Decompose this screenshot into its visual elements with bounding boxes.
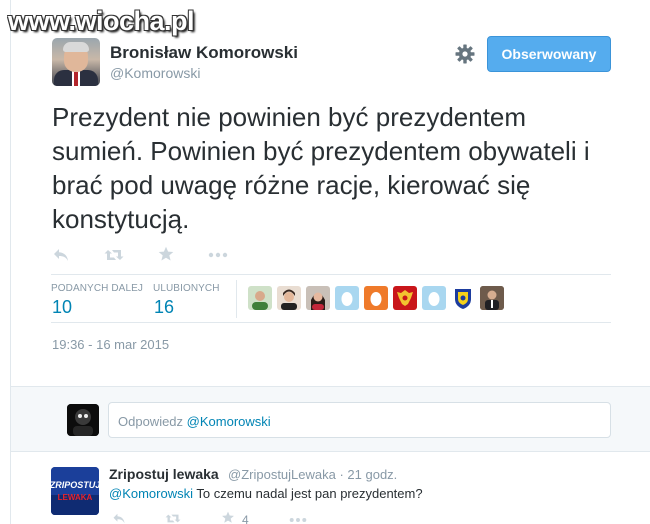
retweets-label: PODANYCH DALEJ [51, 283, 143, 294]
egg-avatar[interactable] [422, 286, 446, 310]
current-user-avatar[interactable] [67, 404, 99, 436]
tweet-timestamp[interactable]: 19:36 - 16 mar 2015 [52, 337, 169, 352]
eagle-emblem-avatar[interactable] [393, 286, 417, 310]
tweet-text: Prezydent nie powinien być prezydentem s… [52, 102, 590, 234]
reply-placeholder: Odpowiedz [118, 414, 184, 429]
reply-text: @Komorowski To czemu nadal jest pan prez… [109, 486, 423, 501]
favoriter-avatar[interactable] [277, 286, 301, 310]
author-handle[interactable]: @Komorowski [110, 65, 200, 81]
divider [51, 322, 611, 323]
reply-favorite-count: 4 [242, 513, 249, 524]
retweets-count[interactable]: 10 [52, 297, 72, 318]
retweet-icon[interactable] [104, 248, 124, 262]
egg-avatar[interactable] [335, 286, 359, 310]
reply-mention[interactable]: @Komorowski [109, 486, 193, 501]
divider [51, 274, 611, 275]
favorites-label: ULUBIONYCH [153, 283, 220, 294]
favorite-icon[interactable] [221, 511, 235, 524]
reply-body: To czemu nadal jest pan prezydentem? [196, 486, 423, 501]
reply-author-name[interactable]: Zripostuj lewaka [109, 466, 219, 482]
retweet-icon[interactable] [163, 513, 183, 524]
stats-separator [236, 280, 237, 318]
reply-author-meta[interactable]: @ZripostujLewaka · 21 godz. [228, 467, 397, 482]
favoriter-avatar[interactable] [248, 286, 272, 310]
avatar-text-top: ZRIPOSTUJ [51, 480, 99, 490]
favorites-count[interactable]: 16 [154, 297, 174, 318]
reply-author-avatar[interactable]: ZRIPOSTUJ LEWAKA [51, 467, 99, 515]
favoriter-avatar[interactable] [306, 286, 330, 310]
author-name[interactable]: Bronisław Komorowski [110, 43, 298, 63]
reply-icon[interactable] [53, 248, 69, 262]
egg-avatar[interactable] [364, 286, 388, 310]
favorite-icon[interactable] [158, 246, 174, 262]
more-icon[interactable] [208, 252, 228, 258]
following-button[interactable]: Obserwowany [487, 36, 611, 72]
author-avatar[interactable] [52, 38, 100, 86]
reply-icon[interactable] [111, 513, 127, 524]
tweet-page: www.wiocha.pl Bronisław Komorowski @Komo… [0, 0, 650, 524]
site-watermark: www.wiocha.pl [8, 6, 195, 36]
avatar-text-bottom: LEWAKA [58, 493, 93, 502]
shield-emblem-avatar[interactable] [451, 286, 475, 310]
reply-input[interactable]: Odpowiedz @Komorowski [108, 402, 611, 438]
gear-icon[interactable] [453, 42, 477, 66]
favoriter-avatar[interactable] [480, 286, 504, 310]
more-icon[interactable] [289, 517, 307, 523]
reply-placeholder-mention: @Komorowski [186, 414, 271, 429]
